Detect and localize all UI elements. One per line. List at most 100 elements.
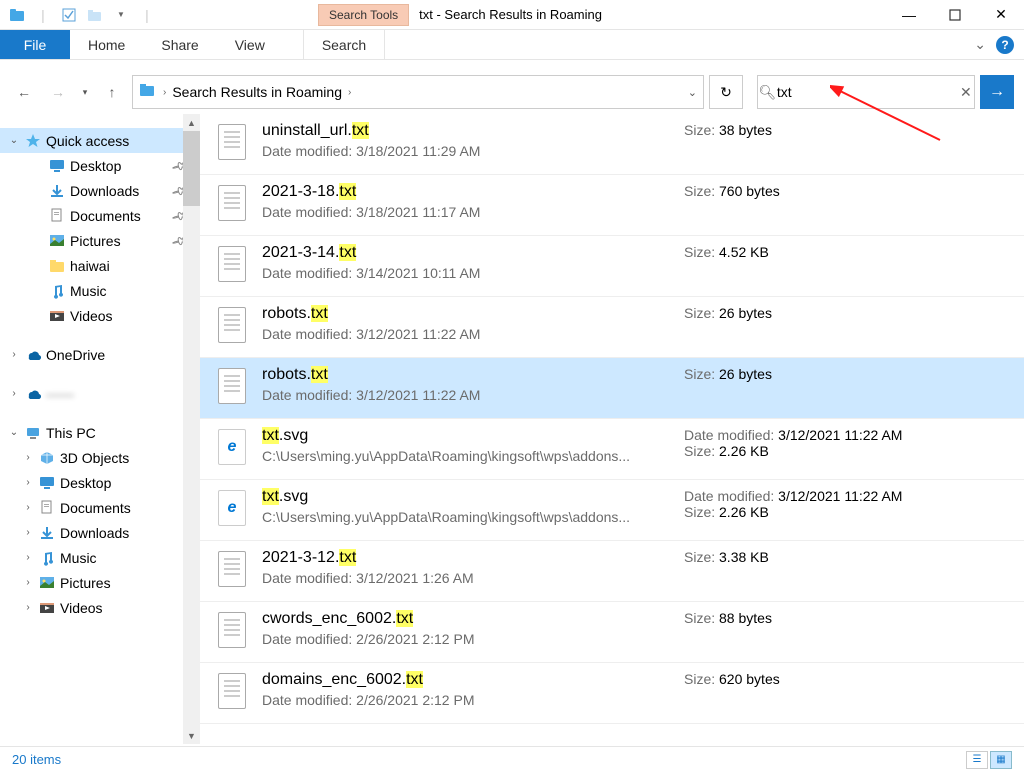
help-icon[interactable]: ?: [996, 36, 1014, 54]
file-name: 2021-3-12.txt: [262, 549, 672, 567]
twisty-icon[interactable]: ›: [22, 577, 34, 588]
tiles-view-button[interactable]: ▦: [990, 751, 1012, 769]
pictures-icon: [48, 233, 66, 249]
file-name: robots.txt: [262, 366, 672, 384]
search-result-row[interactable]: robots.txt Date modified: 3/12/2021 11:22…: [200, 358, 1024, 419]
twisty-icon[interactable]: ›: [8, 349, 20, 360]
back-button[interactable]: ←: [10, 78, 38, 106]
sidebar-item-pictures[interactable]: Pictures📌︎: [0, 228, 200, 253]
tab-search[interactable]: Search: [303, 30, 385, 59]
twisty-icon[interactable]: ⌄: [8, 135, 20, 146]
search-result-row[interactable]: cwords_enc_6002.txtDate modified: 2/26/2…: [200, 602, 1024, 663]
close-button[interactable]: ✕: [978, 0, 1024, 30]
sidebar-item-documents[interactable]: ›Documents: [0, 495, 200, 520]
sidebar-item-desktop[interactable]: ›Desktop: [0, 470, 200, 495]
text-file-icon: [218, 612, 246, 648]
file-meta: Date modified: 3/14/2021 10:11 AM: [262, 265, 672, 281]
minimize-button[interactable]: —: [886, 0, 932, 30]
tab-home[interactable]: Home: [70, 30, 143, 59]
text-file-icon: [218, 673, 246, 709]
downloads-icon: [38, 525, 56, 541]
file-size: Size: 88 bytes: [684, 610, 1014, 626]
sidebar-scrollbar[interactable]: ▲ ▼: [183, 114, 200, 744]
sidebar-item-documents[interactable]: Documents📌︎: [0, 203, 200, 228]
twisty-icon[interactable]: ›: [22, 477, 34, 488]
search-result-row[interactable]: 2021-3-18.txtDate modified: 3/18/2021 11…: [200, 175, 1024, 236]
search-input[interactable]: [777, 84, 958, 100]
quick-access[interactable]: ⌄Quick access: [0, 128, 200, 153]
search-result-row[interactable]: etxt.svgC:\Users\ming.yu\AppData\Roaming…: [200, 419, 1024, 480]
search-result-row[interactable]: 2021-3-14.txtDate modified: 3/14/2021 10…: [200, 236, 1024, 297]
address-bar[interactable]: › Search Results in Roaming › ⌄: [132, 75, 704, 109]
clear-search-icon[interactable]: ✕: [958, 84, 974, 101]
sidebar-item-videos[interactable]: ›Videos: [0, 595, 200, 620]
desktop-icon: [38, 475, 56, 491]
sidebar-item-downloads[interactable]: Downloads📌︎: [0, 178, 200, 203]
onedrive[interactable]: › OneDrive: [0, 342, 200, 367]
results-list: uninstall_url.txtDate modified: 3/18/202…: [200, 114, 1024, 744]
sidebar-item-downloads[interactable]: ›Downloads: [0, 520, 200, 545]
file-meta: Date modified: 3/18/2021 11:29 AM: [262, 143, 672, 159]
twisty-icon[interactable]: ›: [22, 452, 34, 463]
chevron-right-icon[interactable]: ›: [163, 87, 166, 98]
file-meta: Date modified: 3/12/2021 11:22 AM: [262, 387, 672, 403]
new-folder-icon[interactable]: [84, 4, 106, 26]
twisty-icon[interactable]: ›: [22, 527, 34, 538]
search-result-row[interactable]: etxt.svgC:\Users\ming.yu\AppData\Roaming…: [200, 480, 1024, 541]
tab-view[interactable]: View: [217, 30, 283, 59]
sidebar-item-music[interactable]: Music: [0, 278, 200, 303]
sidebar-item-haiwai[interactable]: haiwai: [0, 253, 200, 278]
twisty-icon[interactable]: ›: [8, 388, 20, 399]
twisty-icon[interactable]: ›: [22, 552, 34, 563]
file-meta: Date modified: 3/18/2021 11:17 AM: [262, 204, 672, 220]
search-result-row[interactable]: uninstall_url.txtDate modified: 3/18/202…: [200, 114, 1024, 175]
file-name: domains_enc_6002.txt: [262, 671, 672, 689]
twisty-icon[interactable]: ›: [22, 602, 34, 613]
edge-icon: e: [218, 429, 246, 465]
search-box[interactable]: 🔍︎ ✕: [757, 75, 975, 109]
this-pc[interactable]: ⌄ This PC: [0, 420, 200, 445]
properties-icon[interactable]: [58, 4, 80, 26]
chevron-right-icon[interactable]: ›: [348, 87, 351, 98]
refresh-button[interactable]: ↻: [709, 75, 743, 109]
qat-dropdown-icon[interactable]: ▼: [110, 4, 132, 26]
details-view-button[interactable]: ☰: [966, 751, 988, 769]
recent-dropdown-icon[interactable]: ▾: [78, 78, 92, 106]
up-button[interactable]: ↑: [98, 78, 126, 106]
search-tools-tab[interactable]: Search Tools: [318, 4, 409, 26]
maximize-button[interactable]: [932, 0, 978, 30]
breadcrumb[interactable]: Search Results in Roaming: [172, 84, 342, 100]
file-tab[interactable]: File: [0, 30, 70, 59]
ribbon-collapse-icon[interactable]: ⌄: [974, 36, 986, 53]
file-size: Size: 26 bytes: [684, 366, 1014, 382]
explorer-icon[interactable]: [6, 4, 28, 26]
sidebar-item-music[interactable]: ›Music: [0, 545, 200, 570]
sidebar-item-3d-objects[interactable]: ›3D Objects: [0, 445, 200, 470]
forward-button[interactable]: →: [44, 78, 72, 106]
sidebar-item-pictures[interactable]: › Pictures: [0, 570, 200, 595]
3d-icon: [38, 450, 56, 466]
tree-label: This PC: [46, 425, 200, 441]
cloud-account[interactable]: ›——: [0, 381, 200, 406]
item-count: 20 items: [12, 752, 61, 767]
address-dropdown-icon[interactable]: ⌄: [688, 86, 697, 99]
sidebar-item-videos[interactable]: Videos: [0, 303, 200, 328]
search-result-row[interactable]: 2021-3-12.txtDate modified: 3/12/2021 1:…: [200, 541, 1024, 602]
sidebar-item-desktop[interactable]: Desktop📌︎: [0, 153, 200, 178]
videos-icon: [38, 600, 56, 616]
twisty-icon[interactable]: ⌄: [8, 427, 20, 438]
tree-label: OneDrive: [46, 347, 200, 363]
tree-label: Pictures: [60, 575, 200, 591]
file-meta: C:\Users\ming.yu\AppData\Roaming\kingsof…: [262, 509, 672, 525]
twisty-icon[interactable]: ›: [22, 502, 34, 513]
file-name: robots.txt: [262, 305, 672, 323]
text-file-icon: [218, 124, 246, 160]
tab-share[interactable]: Share: [143, 30, 216, 59]
scroll-down-icon[interactable]: ▼: [183, 727, 200, 744]
search-result-row[interactable]: domains_enc_6002.txtDate modified: 2/26/…: [200, 663, 1024, 724]
search-go-button[interactable]: →: [980, 75, 1014, 109]
divider: |: [32, 4, 54, 26]
scroll-up-icon[interactable]: ▲: [183, 114, 200, 131]
scroll-thumb[interactable]: [183, 131, 200, 206]
search-result-row[interactable]: robots.txtDate modified: 3/12/2021 11:22…: [200, 297, 1024, 358]
